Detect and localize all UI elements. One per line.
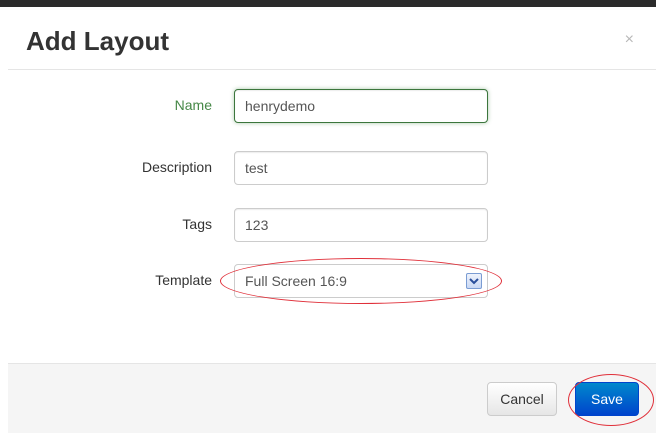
name-label: Name: [174, 97, 212, 113]
name-row: Name: [8, 89, 656, 123]
tags-input[interactable]: [234, 208, 488, 242]
chevron-down-icon[interactable]: [466, 273, 482, 289]
modal-header: Add Layout ×: [8, 7, 656, 70]
modal-title: Add Layout: [26, 26, 169, 56]
modal-footer: Cancel Save: [8, 363, 656, 433]
template-label: Template: [155, 272, 212, 288]
description-row: Description: [8, 151, 656, 185]
chevron-down-glyph: [469, 278, 479, 285]
tags-row: Tags: [8, 208, 656, 242]
template-selected-value: Full Screen 16:9: [245, 273, 347, 289]
tags-label: Tags: [182, 216, 212, 232]
save-button[interactable]: Save: [575, 382, 639, 416]
add-layout-modal: Add Layout × Name Description Tags Templ…: [8, 7, 656, 433]
name-input[interactable]: [234, 89, 488, 123]
description-label: Description: [141, 159, 212, 175]
cancel-button[interactable]: Cancel: [487, 382, 557, 416]
template-select[interactable]: Full Screen 16:9: [234, 264, 488, 298]
close-icon[interactable]: ×: [625, 31, 634, 49]
template-row: Template Full Screen 16:9: [8, 264, 656, 298]
description-input[interactable]: [234, 151, 488, 185]
top-bar: [0, 0, 656, 7]
